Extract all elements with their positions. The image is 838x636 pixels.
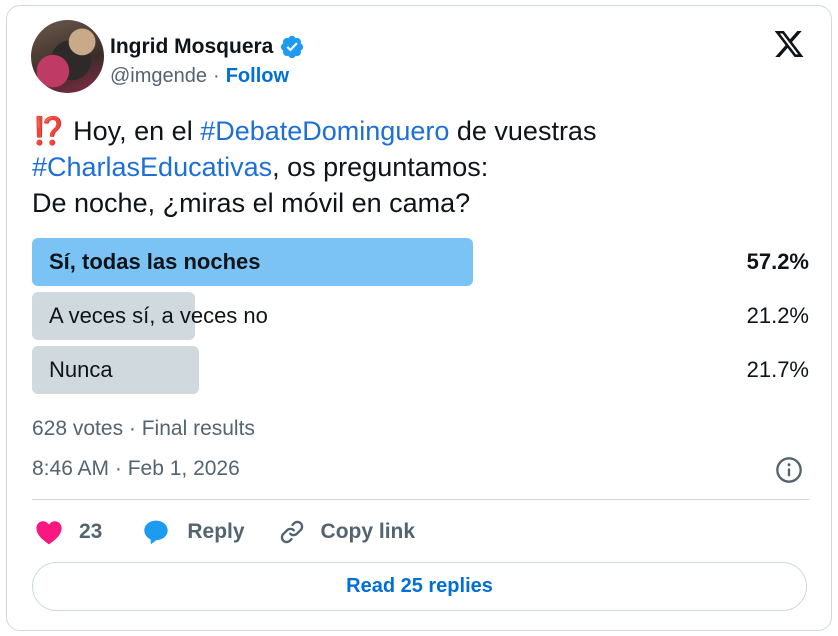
copy-link-label: Copy link [320,520,416,543]
reply-label: Reply [187,520,245,543]
reply-button[interactable]: Reply [142,518,245,546]
action-bar: 23 Reply Copy link [32,514,415,550]
poll-option-label: Nunca [49,357,113,382]
heart-icon [36,521,62,545]
separator-dot: · [213,65,220,87]
poll-option: A veces sí, a veces no 21.2% [32,292,809,340]
like-button[interactable]: 23 [35,519,102,545]
avatar[interactable] [31,20,104,93]
tweet-text-part-1: Hoy, en el [65,116,201,146]
read-replies-button[interactable]: Read 25 replies [32,562,807,611]
author-name-row: Ingrid Mosquera [110,34,305,60]
poll-option-label: Sí, todas las noches [49,249,261,274]
poll-summary: 628 votes · Final results [32,417,255,440]
interrobang-emoji: ⁉️ [32,116,66,146]
tweet-text-question: De noche, ¿miras el móvil en cama? [32,188,471,218]
author-name[interactable]: Ingrid Mosquera [110,35,273,59]
follow-button[interactable]: Follow [226,65,289,88]
reply-bubble-icon [144,520,169,545]
poll-option: Nunca 21.7% [32,346,809,394]
poll-option-percent: 57.2% [746,249,809,274]
author-handle-row: @imgende · Follow [110,65,289,88]
copy-link-button[interactable]: Copy link [278,518,416,546]
tweet-text: ⁉️ Hoy, en el #DebateDominguero de vuest… [32,113,792,221]
timestamp[interactable]: 8:46 AM · Feb 1, 2026 [32,457,240,481]
like-count: 23 [79,520,103,543]
poll-option-percent: 21.7% [746,357,809,382]
tweet-text-part-3: , os preguntamos: [272,152,489,182]
divider [32,499,809,500]
verified-badge-icon [281,35,304,59]
poll-option-label: A veces sí, a veces no [49,303,268,328]
x-logo-icon[interactable] [772,28,806,60]
link-icon [280,520,303,544]
poll-option: Sí, todas las noches 57.2% [32,238,809,286]
author-handle[interactable]: @imgende [110,65,207,88]
poll-option-percent: 21.2% [746,303,809,328]
tweet-card: Ingrid Mosquera @imgende · Follow ⁉️ Hoy… [6,5,832,631]
hashtag-debate-dominguero[interactable]: #DebateDominguero [200,116,449,146]
hashtag-charlas-educativas[interactable]: #CharlasEducativas [32,152,272,182]
info-icon[interactable] [775,456,803,484]
tweet-text-part-2: de vuestras [449,116,597,146]
